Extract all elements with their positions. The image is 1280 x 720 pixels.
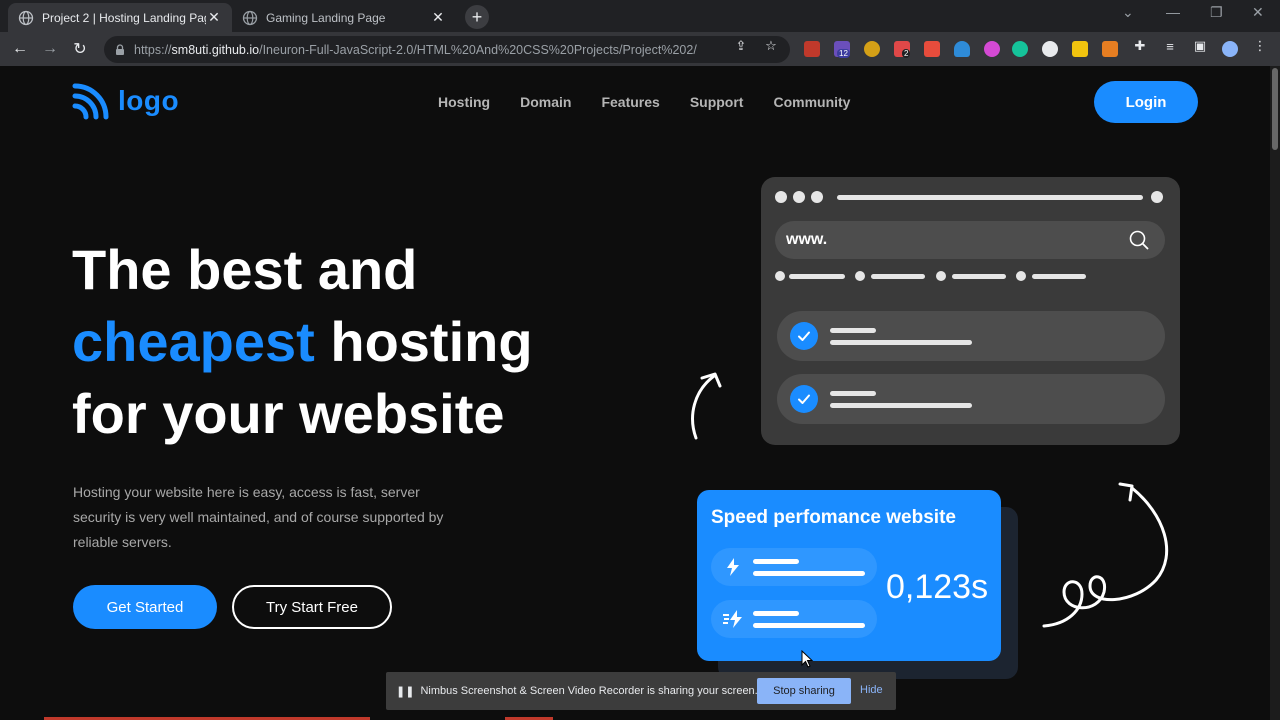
speed-metric-row [711,548,877,586]
logo-text: logo [118,85,180,116]
webpage: logo Hosting Domain Features Support Com… [0,66,1270,720]
mock-list-item [777,311,1165,361]
nav-domain[interactable]: Domain [520,94,571,110]
search-icon [1129,230,1149,250]
hero-heading: The best and cheapest hosting for your w… [72,234,533,450]
mock-search-bar: www. [775,221,1165,259]
hide-link[interactable]: Hide [860,684,883,696]
curly-arrow-icon [1042,482,1169,628]
nav-features[interactable]: Features [601,94,659,110]
restore-icon[interactable]: ❐ [1210,4,1223,21]
chevron-down-icon[interactable]: ⌄ [1122,4,1134,21]
login-button[interactable]: Login [1094,81,1198,123]
extension-badge-count: 12 [837,49,850,58]
forward-icon[interactable]: → [40,39,60,59]
get-started-button[interactable]: Get Started [73,585,217,629]
speed-card: Speed perfomance website 0,123s [697,490,1001,668]
url-text: https://sm8uti.github.io/Ineuron-Full-Ja… [134,42,697,57]
close-icon[interactable]: ✕ [206,9,222,26]
nav-support[interactable]: Support [690,94,744,110]
extension-santa-icon[interactable] [924,41,940,57]
extension-cookie-icon[interactable] [864,41,880,57]
close-icon[interactable]: ✕ [430,9,446,26]
extension-dictionary-icon[interactable] [1072,41,1088,57]
speed-value: 0,123s [886,568,989,606]
lock-icon [114,43,126,56]
hero-line-3: for your website [72,382,505,445]
globe-icon [242,10,258,26]
puzzle-icon[interactable]: ✚ [1132,38,1148,54]
nav-community[interactable]: Community [773,94,850,110]
browser-toolbar: ← → ↻ https://sm8uti.github.io/Ineuron-F… [0,32,1280,66]
new-tab-button[interactable]: + [465,5,489,29]
hero-line-1: The best and [72,238,418,301]
hero-description: Hosting your website here is easy, acces… [73,484,444,550]
cloud-icon[interactable] [954,41,970,57]
share-message: Nimbus Screenshot & Screen Video Recorde… [420,685,758,697]
mock-search-text: www. [786,231,828,248]
tab-title: Project 2 | Hosting Landing Page [42,10,206,25]
tab-title: Gaming Landing Page [266,10,386,25]
extension-record-icon[interactable] [804,41,820,57]
minimize-icon[interactable]: — [1166,4,1180,20]
try-start-free-button[interactable]: Try Start Free [232,585,392,629]
bookmark-star-icon[interactable]: ☆ [763,38,779,54]
hero-line-2: hosting [314,310,533,373]
lightning-icon [727,558,739,576]
extension-badge-count: 2 [902,49,911,58]
stop-sharing-button[interactable]: Stop sharing [757,678,851,704]
color-wheel-icon[interactable] [984,41,1000,57]
grammarly-icon[interactable] [1012,41,1028,57]
hero-highlight: cheapest [72,310,315,373]
speed-card-title: Speed perfomance website [711,507,956,528]
extension-notes-icon[interactable]: 2 [894,41,911,58]
tab-gaming-landing[interactable]: Gaming Landing Page ✕ [232,3,456,32]
screen-share-bar: ❚❚ Nimbus Screenshot & Screen Video Reco… [386,672,896,710]
back-icon[interactable]: ← [10,39,30,59]
check-icon [790,385,818,413]
extension-circle-icon[interactable] [1042,41,1058,57]
check-icon [790,322,818,350]
nav-hosting[interactable]: Hosting [438,94,490,110]
tab-hosting-landing[interactable]: Project 2 | Hosting Landing Page ✕ [8,3,232,32]
globe-icon [18,10,34,26]
scrollbar-thumb[interactable] [1272,68,1278,150]
site-logo[interactable]: logo [72,82,179,120]
page-scrollbar[interactable] [1270,66,1280,720]
fast-lightning-icon [723,610,742,628]
reload-icon[interactable]: ↻ [70,39,90,59]
extension-badge-icon[interactable]: 12 [834,41,850,58]
address-bar[interactable]: https://sm8uti.github.io/Ineuron-Full-Ja… [104,36,790,63]
arrow-up-icon [691,372,722,440]
mouse-cursor-icon [801,650,814,668]
kebab-menu-icon[interactable]: ⋮ [1252,38,1268,54]
metamask-icon[interactable] [1102,41,1118,57]
avatar[interactable] [1222,41,1238,57]
logo-mark-icon [72,83,109,120]
speed-metric-row [711,600,877,638]
sidepanel-icon[interactable]: ▣ [1192,38,1208,54]
main-nav: Hosting Domain Features Support Communit… [438,94,850,110]
tab-strip: Project 2 | Hosting Landing Page ✕ Gamin… [0,0,1280,32]
media-list-icon[interactable]: ≡ [1162,38,1178,54]
close-window-icon[interactable]: ✕ [1252,4,1264,21]
mock-list-item [777,374,1165,424]
share-icon[interactable]: ⇪ [733,38,749,54]
browser-mock-card: www. [761,177,1180,445]
pause-icon: ❚❚ [396,685,415,698]
